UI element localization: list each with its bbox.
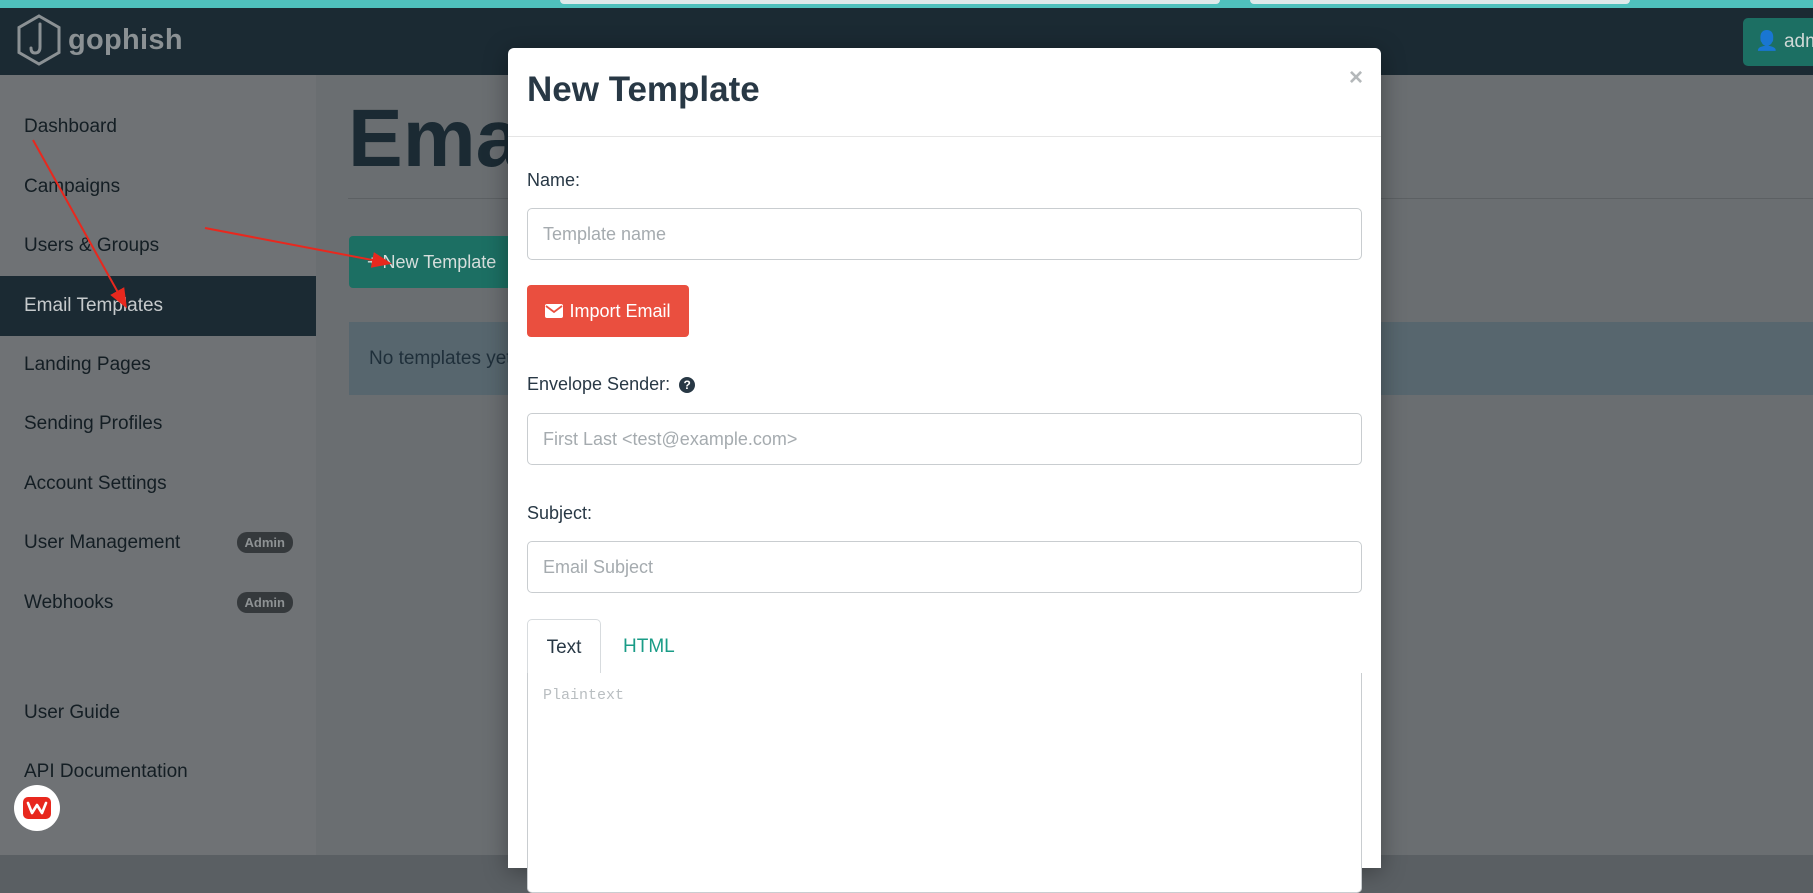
browser-bar-segment (1250, 0, 1630, 4)
subject-label: Subject: (527, 503, 593, 523)
sidebar-item-account-settings[interactable]: Account Settings (0, 454, 316, 514)
tab-text[interactable]: Text (527, 619, 601, 674)
sidebar-item-label: Email Templates (24, 295, 164, 316)
page: gophish 👤 adm Dashboard Campaigns Users … (0, 0, 1813, 893)
envelope-sender-input[interactable] (527, 413, 1362, 465)
sidebar-item-label: Dashboard (24, 116, 117, 137)
name-label: Name: (527, 170, 581, 190)
gophish-logo-icon (17, 14, 61, 66)
sidebar-item-user-management[interactable]: User Management Admin (0, 513, 316, 573)
envelope-icon (545, 304, 564, 318)
modal-header-divider (508, 136, 1381, 137)
user-menu-label: adm (1783, 31, 1813, 52)
admin-badge: Admin (236, 532, 293, 553)
content-tabs: Text HTML (527, 619, 1362, 675)
brand[interactable]: gophish (16, 14, 183, 66)
user-icon: 👤 (1755, 31, 1779, 52)
brand-name: gophish (68, 23, 183, 56)
sidebar-item-label: Account Settings (24, 473, 167, 494)
modal-title: New Template (527, 70, 760, 109)
plaintext-textarea[interactable] (527, 673, 1362, 893)
sidebar-item-user-guide[interactable]: User Guide (0, 683, 316, 743)
tab-html[interactable]: HTML (623, 619, 675, 674)
browser-bar-segment (560, 0, 1220, 4)
sidebar-item-label: Campaigns (24, 176, 121, 197)
sidebar-item-sending-profiles[interactable]: Sending Profiles (0, 394, 316, 454)
sidebar-item-campaigns[interactable]: Campaigns (0, 157, 316, 217)
browser-top-strip (0, 0, 1813, 8)
envelope-sender-text: Envelope Sender: (527, 374, 671, 394)
sidebar-item-webhooks[interactable]: Webhooks Admin (0, 573, 316, 633)
new-template-label: New Template (382, 252, 497, 272)
sidebar-item-landing-pages[interactable]: Landing Pages (0, 335, 316, 395)
sidebar: Dashboard Campaigns Users & Groups Email… (0, 75, 316, 855)
user-menu-button[interactable]: 👤 adm (1743, 18, 1813, 66)
sidebar-item-label: Webhooks (24, 592, 114, 613)
sidebar-item-label: Sending Profiles (24, 413, 163, 434)
sidebar-item-email-templates[interactable]: Email Templates (0, 276, 316, 336)
new-template-modal: New Template × Name: Import Email Envelo… (508, 48, 1381, 893)
sidebar-item-users-groups[interactable]: Users & Groups (0, 216, 316, 276)
sidebar-item-label: User Management (24, 532, 181, 553)
sidebar-item-label: Users & Groups (24, 235, 160, 256)
sidebar-item-label: User Guide (24, 702, 121, 723)
sidebar-item-label: Landing Pages (24, 354, 151, 375)
plus-icon: + (367, 252, 378, 272)
envelope-sender-label: Envelope Sender: ? (527, 374, 696, 395)
close-icon[interactable]: × (1349, 64, 1363, 92)
template-name-input[interactable] (527, 208, 1362, 260)
sidebar-item-label: API Documentation (24, 761, 188, 782)
new-template-button[interactable]: + New Template (349, 236, 509, 288)
subject-input[interactable] (527, 541, 1362, 593)
import-email-button[interactable]: Import Email (527, 285, 689, 337)
wps-office-icon[interactable] (14, 785, 60, 831)
admin-badge: Admin (236, 592, 293, 613)
sidebar-item-dashboard[interactable]: Dashboard (0, 97, 316, 157)
import-email-label: Import Email (569, 300, 671, 321)
question-circle-icon[interactable]: ? (679, 377, 696, 393)
alert-text: No templates yet (369, 348, 512, 369)
